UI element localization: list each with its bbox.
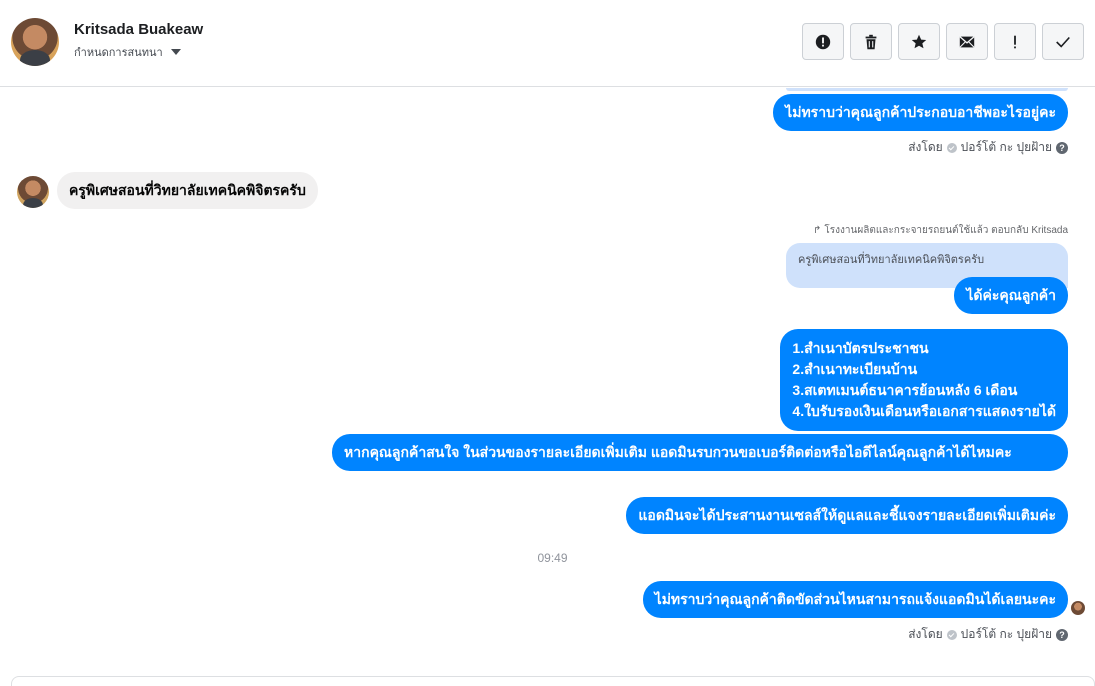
message-thread[interactable]: ไม่ทราบว่าคุณลูกค้าประกอบอาชีพอะไรอยู่คะ… [0, 88, 1095, 686]
help-icon[interactable]: ? [1056, 141, 1068, 154]
reply-arrow-icon: ↱ [813, 225, 822, 236]
follow-up-button[interactable] [994, 23, 1036, 60]
outgoing-message[interactable]: ไม่ทราบว่าคุณลูกค้าติดขัดส่วนไหนสามารถแจ… [642, 581, 1068, 618]
mark-done-button[interactable] [1042, 23, 1084, 60]
sent-by-agent: ปอร์โต้ กะ ปุยฝ้าย [960, 627, 1052, 641]
sent-by-label: ส่งโดย ปอร์โต้ กะ ปุยฝ้าย ? [908, 625, 1068, 644]
list-item: 1.สำเนาบัตรประชาชน [792, 340, 929, 356]
assign-conversation-dropdown[interactable]: กำหนดการสนทนา [74, 43, 181, 61]
customer-name[interactable]: Kritsada Buakeaw [74, 21, 203, 38]
outgoing-message[interactable]: ได้ค่ะคุณลูกค้า [954, 277, 1068, 314]
envelope-icon [959, 35, 975, 48]
timestamp: 09:49 [537, 551, 568, 565]
customer-avatar[interactable] [11, 18, 59, 66]
star-icon [911, 34, 927, 48]
outgoing-message-list[interactable]: 1.สำเนาบัตรประชาชน 2.สำเนาทะเบียนบ้าน 3.… [780, 329, 1068, 431]
reply-note-text: โรงงานผลิตและกระจายรถยนต์ใช้แล้ว ตอบกลับ… [824, 225, 1068, 236]
toolbar [802, 23, 1084, 60]
previous-bubble-edge [786, 88, 1068, 91]
help-icon[interactable]: ? [1056, 628, 1068, 641]
assign-label: กำหนดการสนทนา [74, 47, 163, 59]
delete-button[interactable] [850, 23, 892, 60]
composer-box[interactable] [11, 676, 1095, 686]
sent-by-prefix: ส่งโดย [908, 627, 943, 641]
mark-unread-button[interactable] [946, 23, 988, 60]
list-item: 4.ใบรับรองเงินเดือนหรือเอกสารแสดงรายได้ [792, 403, 1056, 419]
sent-by-agent: ปอร์โต้ กะ ปุยฝ้าย [960, 140, 1052, 154]
outgoing-message[interactable]: แอดมินจะได้ประสานงานเซลส์ให้ดูแลและชี้แจ… [626, 497, 1068, 534]
incoming-message[interactable]: ครูพิเศษสอนที่วิทยาลัยเทคนิคพิจิตรครับ [57, 172, 318, 209]
conversation-header: Kritsada Buakeaw กำหนดการสนทนา [0, 0, 1095, 87]
sent-by-prefix: ส่งโดย [908, 140, 943, 154]
trash-icon [865, 34, 877, 49]
alert-circle-icon [815, 34, 831, 49]
caret-down-icon [170, 49, 181, 55]
mark-spam-button[interactable] [802, 23, 844, 60]
sent-by-label: ส่งโดย ปอร์โต้ กะ ปุยฝ้าย ? [908, 138, 1068, 157]
seen-avatar [1071, 601, 1085, 615]
checkmark-icon [1056, 36, 1070, 48]
check-circle-icon [946, 629, 957, 640]
star-button[interactable] [898, 23, 940, 60]
customer-avatar-small [17, 176, 49, 208]
exclamation-icon [1014, 35, 1016, 48]
reply-note: ↱ โรงงานผลิตและกระจายรถยนต์ใช้แล้ว ตอบกล… [813, 223, 1068, 238]
list-item: 2.สำเนาทะเบียนบ้าน [792, 361, 918, 377]
list-item: 3.สเตทเมนต์ธนาคารย้อนหลัง 6 เดือน [792, 382, 1018, 398]
outgoing-message[interactable]: ไม่ทราบว่าคุณลูกค้าประกอบอาชีพอะไรอยู่คะ [773, 94, 1068, 131]
outgoing-message[interactable]: หากคุณลูกค้าสนใจ ในส่วนของรายละเอียดเพิ่… [332, 434, 1068, 471]
check-circle-icon [946, 142, 957, 153]
